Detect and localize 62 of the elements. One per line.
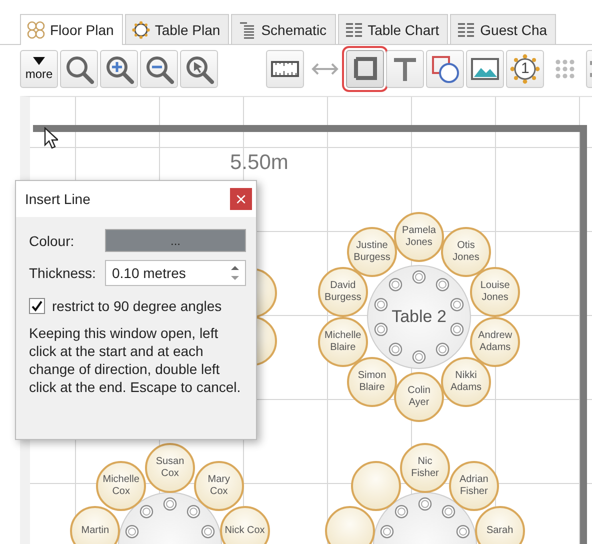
- tab[interactable]: Table Chart: [338, 14, 448, 44]
- guest-seat: Justine Burgess: [347, 227, 397, 278]
- tool-button[interactable]: [266, 50, 304, 88]
- guest-seat: Nick Cox: [220, 506, 270, 544]
- tab[interactable]: Schematic: [231, 14, 336, 44]
- guest-seat: Susan Cox: [145, 443, 195, 493]
- magnifier-icon: [64, 54, 94, 84]
- guest-seat: Colin Ayer: [394, 372, 444, 422]
- guest-seat: Michelle Cox: [96, 460, 146, 511]
- tool-button[interactable]: [386, 50, 424, 88]
- guest-seat: Simon Blaire: [347, 356, 397, 407]
- more-button[interactable]: more: [20, 50, 58, 88]
- tool-button[interactable]: [426, 50, 464, 88]
- guest-seat: Adrian Fisher: [448, 460, 499, 511]
- tool-button[interactable]: [100, 50, 138, 88]
- dialog-title: Insert Line: [25, 191, 90, 207]
- tool-button[interactable]: [140, 50, 178, 88]
- guest-seat: David Burgess: [318, 267, 368, 318]
- colour-label: Colour:: [29, 232, 74, 248]
- guest-seat: Pamela Jones: [394, 212, 444, 262]
- close-button[interactable]: ×: [230, 188, 252, 210]
- guest-seat: Andrew Adams: [470, 316, 520, 367]
- mouse-pointer-icon: [44, 127, 58, 149]
- guest-seat: Martin: [70, 506, 120, 544]
- empty-seat: [325, 506, 376, 544]
- guest-seat: Louise Jones: [470, 267, 520, 318]
- shapes-icon: [430, 54, 460, 84]
- colour-button[interactable]: ...: [105, 229, 246, 252]
- tool-button[interactable]: 1: [506, 50, 544, 88]
- guest-seat: Otis Jones: [441, 227, 491, 278]
- list-grid-icon: [344, 20, 363, 38]
- guest-seat: Mary Cox: [194, 460, 244, 511]
- checkbox-label: restrict to 90 degree angles: [52, 298, 222, 314]
- four-circles-icon: [27, 21, 45, 39]
- caret-icon: [33, 57, 45, 65]
- thickness-field[interactable]: 0.10 metres: [106, 265, 228, 281]
- zoom-out-icon: [144, 54, 174, 84]
- tab[interactable]: Guest Cha: [450, 14, 556, 44]
- checkbox[interactable]: [29, 298, 45, 314]
- thickness-label: Thickness:: [29, 265, 96, 281]
- zoom-pointer-icon: [184, 54, 214, 84]
- guest-seat: Nikki Adams: [441, 356, 491, 407]
- guest-seat: Michelle Blaire: [318, 316, 368, 367]
- checkmark-icon: [31, 300, 43, 312]
- empty-seat: [351, 460, 402, 511]
- dimension-label: 5.50m: [230, 151, 288, 175]
- lines-icon: [238, 20, 256, 38]
- thickness-spinner[interactable]: 0.10 metres: [105, 260, 246, 286]
- table-name: Table 2: [392, 307, 446, 327]
- list-grid-icon: [457, 20, 476, 38]
- number-label: 1: [521, 61, 530, 77]
- zoom-in-icon: [104, 54, 134, 84]
- help-text: Keeping this window open, left click at the start and at each change of direction, double left click at the end. Escape to cancel.: [29, 324, 242, 396]
- tool-button[interactable]: [180, 50, 218, 88]
- numbered-table-icon: [510, 54, 540, 84]
- tab[interactable]: Table Plan: [124, 14, 230, 44]
- tool-button[interactable]: [466, 50, 504, 88]
- round-table-icon: [132, 20, 150, 38]
- tab[interactable]: Floor Plan: [20, 14, 123, 45]
- guest-seat: Nic Fisher: [400, 443, 450, 493]
- guest-seat: Sarah: [474, 506, 525, 544]
- tool-button[interactable]: [60, 50, 98, 88]
